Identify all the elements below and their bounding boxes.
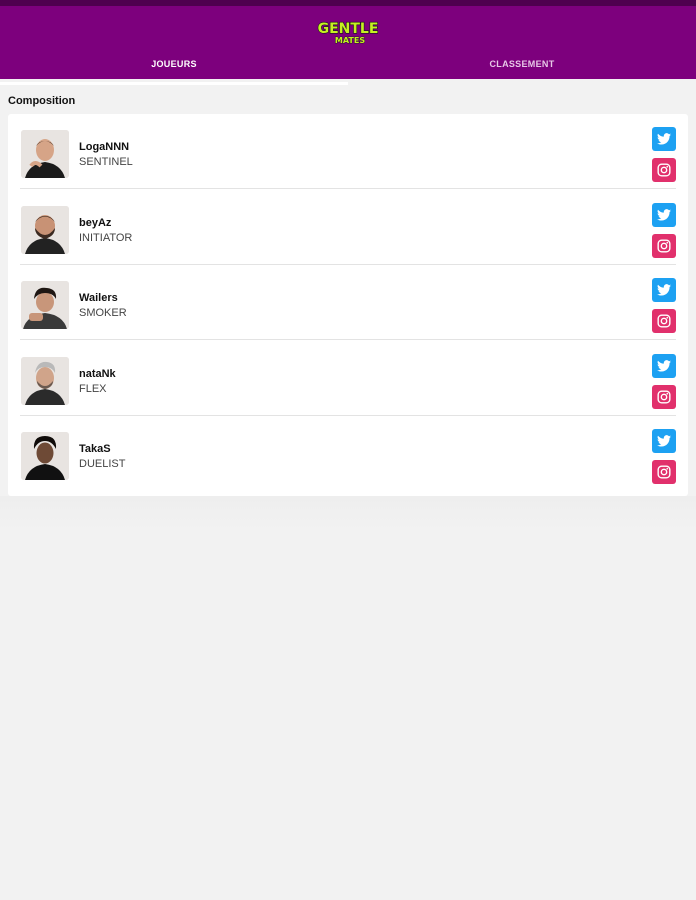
instagram-button[interactable] — [652, 158, 676, 182]
instagram-icon — [657, 163, 671, 177]
tab-label: CLASSEMENT — [489, 59, 555, 69]
player-avatar — [21, 432, 69, 480]
player-avatar — [21, 357, 69, 405]
player-role: FLEX — [79, 383, 107, 395]
player-row[interactable]: nataNk FLEX — [8, 341, 688, 416]
tab-label: JOUEURS — [151, 59, 197, 69]
twitter-button[interactable] — [652, 203, 676, 227]
player-name: LogaNNN — [79, 141, 130, 153]
twitter-icon — [657, 133, 671, 145]
player-name: Wailers — [79, 292, 118, 304]
player-avatar — [21, 130, 69, 178]
instagram-button[interactable] — [652, 309, 676, 333]
twitter-button[interactable] — [652, 127, 676, 151]
section-title: Composition — [8, 95, 76, 107]
app-header: GENTLE MATES JOUEURS CLASSEMENT — [0, 0, 696, 85]
twitter-icon — [657, 209, 671, 221]
player-role: SENTINEL — [79, 156, 133, 168]
tab-bar: JOUEURS CLASSEMENT — [0, 58, 696, 85]
player-name: beyAz — [79, 217, 112, 229]
svg-text:GENTLE: GENTLE — [318, 21, 379, 37]
row-divider — [20, 339, 676, 340]
twitter-icon — [657, 435, 671, 447]
active-tab-indicator — [0, 82, 348, 85]
instagram-icon — [657, 314, 671, 328]
instagram-button[interactable] — [652, 460, 676, 484]
twitter-icon — [657, 360, 671, 372]
player-list: LogaNNN SENTINEL beyAz INITIATOR Wailers… — [8, 114, 688, 496]
row-divider — [20, 188, 676, 189]
tab-joueurs[interactable]: JOUEURS — [0, 58, 348, 85]
instagram-button[interactable] — [652, 234, 676, 258]
instagram-icon — [657, 465, 671, 479]
player-name: nataNk — [79, 368, 116, 380]
tab-classement[interactable]: CLASSEMENT — [348, 58, 696, 85]
player-avatar — [21, 206, 69, 254]
player-role: DUELIST — [79, 458, 126, 470]
twitter-button[interactable] — [652, 278, 676, 302]
instagram-icon — [657, 239, 671, 253]
player-name: TakaS — [79, 443, 111, 455]
svg-text:MATES: MATES — [335, 36, 365, 45]
player-row[interactable]: beyAz INITIATOR — [8, 190, 688, 265]
content-shadow — [0, 496, 696, 532]
twitter-button[interactable] — [652, 354, 676, 378]
instagram-icon — [657, 390, 671, 404]
instagram-button[interactable] — [652, 385, 676, 409]
gentle-mates-logo: GENTLE MATES — [317, 20, 379, 45]
twitter-button[interactable] — [652, 429, 676, 453]
player-avatar — [21, 281, 69, 329]
player-row[interactable]: Wailers SMOKER — [8, 265, 688, 340]
player-row[interactable]: TakaS DUELIST — [8, 416, 688, 491]
player-role: INITIATOR — [79, 232, 133, 244]
player-row[interactable]: LogaNNN SENTINEL — [8, 114, 688, 189]
player-role: SMOKER — [79, 307, 127, 319]
twitter-icon — [657, 284, 671, 296]
